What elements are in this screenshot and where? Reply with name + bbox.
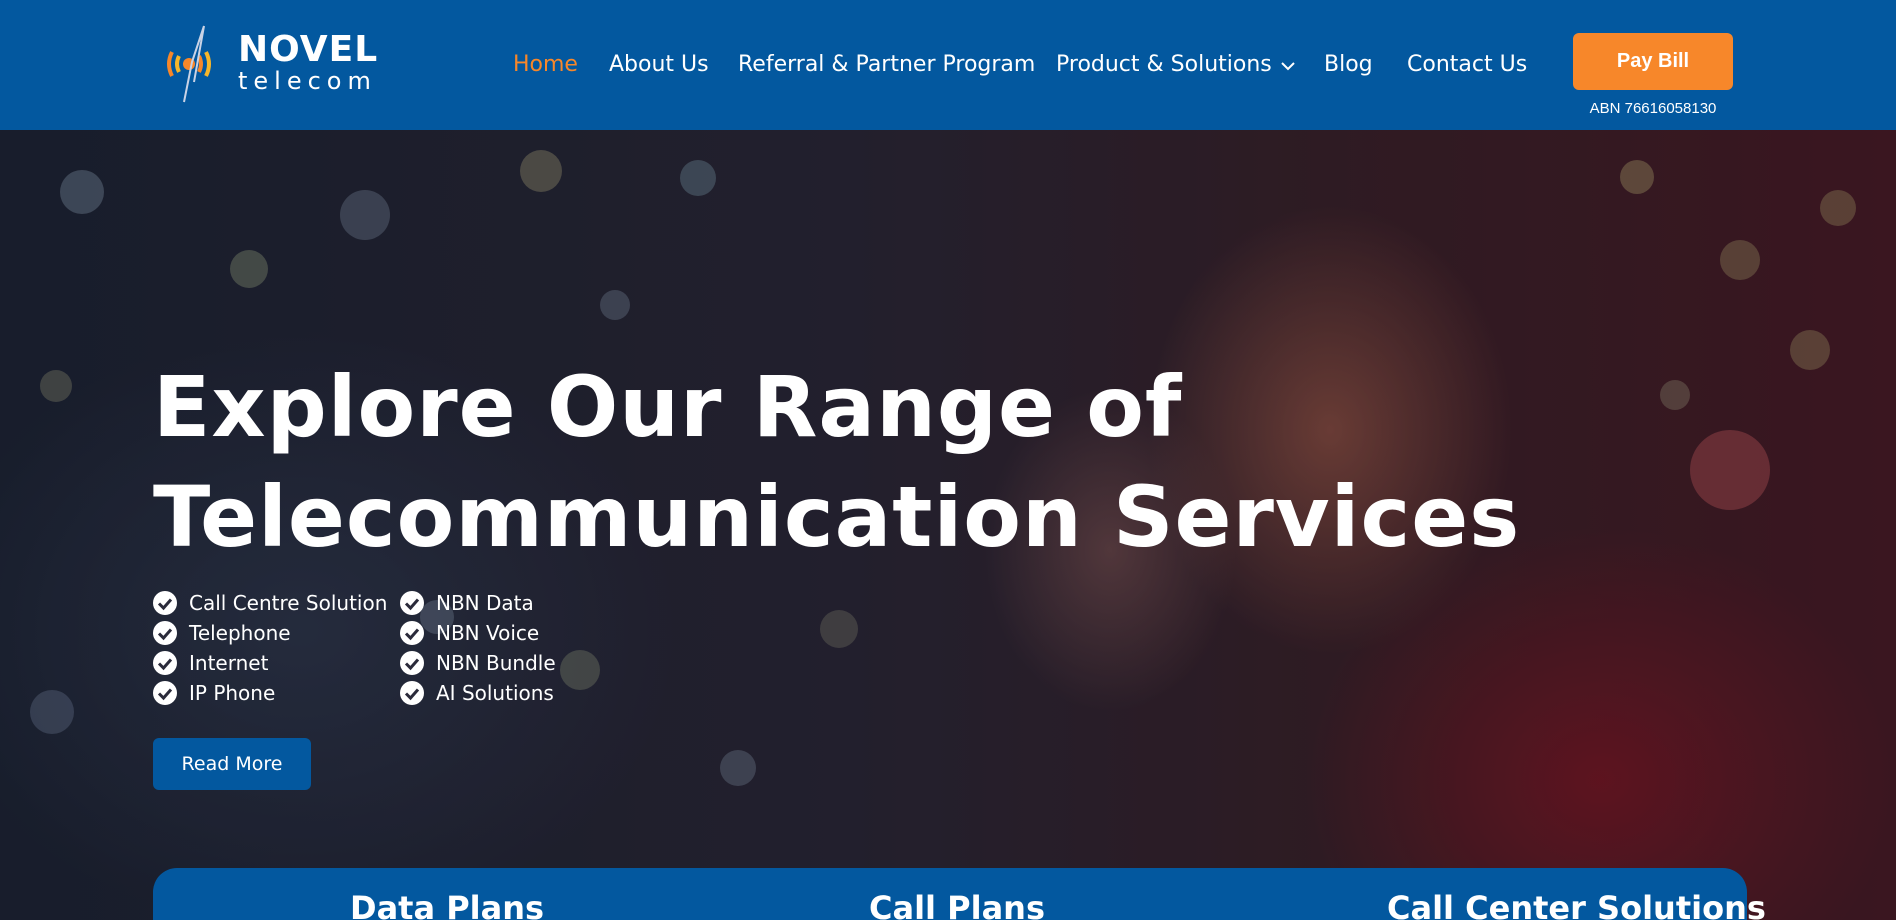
feature-item: NBN Data xyxy=(400,588,534,618)
chevron-down-icon xyxy=(1280,48,1296,82)
feature-item: Telephone xyxy=(153,618,291,648)
nav-referral-partner-program[interactable]: Referral & Partner Program xyxy=(738,48,1035,82)
plan-call-center-solutions[interactable]: Call Center Solutions xyxy=(1387,888,1766,920)
nav-product-solutions-label: Product & Solutions xyxy=(1056,52,1272,77)
feature-item: Internet xyxy=(153,648,268,678)
plan-data-plans[interactable]: Data Plans xyxy=(350,888,544,920)
abn-number: ABN 76616058130 xyxy=(1589,100,1717,117)
feature-item: NBN Voice xyxy=(400,618,539,648)
hero-section: Explore Our Range of Telecommunication S… xyxy=(0,130,1896,920)
plans-bar: Data Plans Call Plans Call Center Soluti… xyxy=(153,868,1766,920)
feature-label: NBN Voice xyxy=(436,621,540,645)
feature-item: AI Solutions xyxy=(400,678,554,708)
feature-label: NBN Data xyxy=(436,591,534,615)
feature-label: Internet xyxy=(189,651,269,675)
check-circle-icon xyxy=(400,650,424,675)
feature-item: IP Phone xyxy=(153,678,275,708)
feature-label: AI Solutions xyxy=(436,681,554,705)
check-circle-icon xyxy=(400,620,424,645)
feature-list: Call Centre Solution Telephone Internet … xyxy=(153,588,613,712)
feature-label: NBN Bundle xyxy=(436,651,556,675)
hero-title-line-2: Telecommunication Services xyxy=(153,468,1521,566)
nav-about-us[interactable]: About Us xyxy=(609,48,709,82)
nav-home[interactable]: Home xyxy=(513,48,578,82)
read-more-button[interactable]: Read More xyxy=(153,738,311,790)
nav-contact-us[interactable]: Contact Us xyxy=(1407,48,1527,82)
nav-product-solutions[interactable]: Product & Solutions xyxy=(1056,48,1296,82)
pay-bill-button[interactable]: Pay Bill xyxy=(1573,33,1733,90)
check-circle-icon xyxy=(400,590,424,615)
feature-item: Call Centre Solution xyxy=(153,588,387,618)
check-circle-icon xyxy=(153,620,177,645)
feature-item: NBN Bundle xyxy=(400,648,556,678)
hero-title-line-1: Explore Our Range of xyxy=(153,358,1183,456)
feature-label: IP Phone xyxy=(189,681,276,705)
check-circle-icon xyxy=(153,590,177,615)
nav-blog[interactable]: Blog xyxy=(1324,48,1373,82)
feature-label: Telephone xyxy=(189,621,291,645)
check-circle-icon xyxy=(400,680,424,705)
plan-call-plans[interactable]: Call Plans xyxy=(869,888,1045,920)
check-circle-icon xyxy=(153,650,177,675)
check-circle-icon xyxy=(153,680,177,705)
feature-label: Call Centre Solution xyxy=(189,591,388,615)
site-header: NOVEL telecom Home About Us Referral & P… xyxy=(0,0,1896,130)
hero-title: Explore Our Range of Telecommunication S… xyxy=(153,352,1553,572)
